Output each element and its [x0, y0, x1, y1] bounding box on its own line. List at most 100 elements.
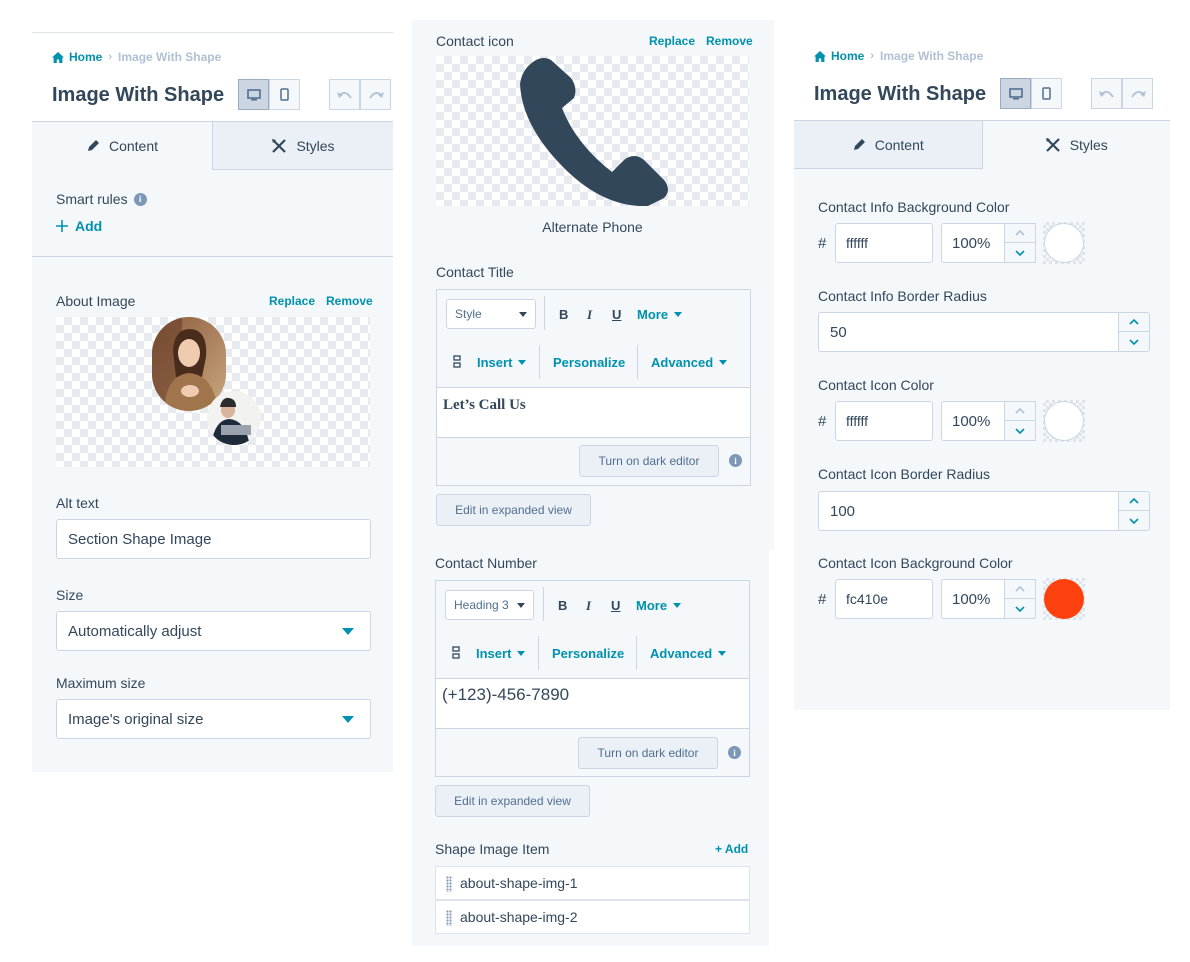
- info-bg-hex-input[interactable]: ffffff: [835, 223, 933, 263]
- size-select[interactable]: Automatically adjust: [56, 611, 371, 651]
- personalize-button[interactable]: Personalize: [553, 355, 625, 370]
- expanded-view-button[interactable]: Edit in expanded view: [435, 785, 590, 817]
- info-radius-stepper[interactable]: [1118, 312, 1150, 352]
- contact-icon-remove-link[interactable]: Remove: [706, 34, 753, 48]
- italic-button[interactable]: I: [587, 307, 592, 323]
- chevron-up-icon[interactable]: [1119, 313, 1149, 332]
- more-menu[interactable]: More: [636, 598, 682, 613]
- icon-radius-value: 100: [830, 502, 856, 520]
- advanced-label: Advanced: [650, 646, 713, 661]
- icon-radius-input[interactable]: 100: [818, 491, 1120, 531]
- list-item[interactable]: about-shape-img-2: [435, 900, 750, 934]
- info-icon[interactable]: i: [728, 746, 741, 759]
- size-label: Size: [56, 587, 84, 603]
- about-image-replace-link[interactable]: Replace: [269, 294, 315, 308]
- expanded-view-button[interactable]: Edit in expanded view: [436, 494, 591, 526]
- chevron-down-icon[interactable]: [1005, 599, 1035, 618]
- chevron-down-icon[interactable]: [1119, 332, 1149, 351]
- drag-handle-icon[interactable]: [446, 910, 452, 926]
- chevron-down-icon: [673, 603, 682, 608]
- contact-number-content[interactable]: (+123)-456-7890: [436, 678, 749, 729]
- chevron-up-icon[interactable]: [1005, 402, 1035, 421]
- alt-text-input[interactable]: Section Shape Image: [56, 519, 371, 559]
- info-radius-input[interactable]: 50: [818, 312, 1120, 352]
- chevron-right-icon: ›: [108, 51, 113, 63]
- bold-button[interactable]: B: [558, 598, 567, 613]
- dark-editor-button[interactable]: Turn on dark editor: [578, 737, 718, 769]
- contact-title-content[interactable]: Let’s Call Us: [437, 387, 750, 438]
- tab-styles[interactable]: Styles: [212, 122, 393, 170]
- contact-number-editor: Heading 3 B I U More Insert Personalize …: [435, 580, 750, 777]
- undo-button[interactable]: [1091, 78, 1122, 109]
- contact-icon-label: Contact icon: [436, 33, 514, 49]
- contact-title-editor: Style B I U More Insert Personalize Adva…: [436, 289, 751, 486]
- tab-styles[interactable]: Styles: [982, 121, 1170, 169]
- chevron-down-icon: [518, 360, 527, 365]
- breadcrumb-home[interactable]: Home: [52, 50, 102, 64]
- underline-button[interactable]: U: [611, 598, 620, 613]
- bold-button[interactable]: B: [559, 307, 568, 322]
- style-select[interactable]: Style: [446, 299, 536, 329]
- insert-menu[interactable]: Insert: [477, 355, 527, 370]
- tab-content[interactable]: Content: [32, 122, 212, 170]
- max-size-label: Maximum size: [56, 675, 146, 691]
- personalize-button[interactable]: Personalize: [552, 646, 624, 661]
- drag-handle-icon[interactable]: [446, 876, 452, 892]
- advanced-menu[interactable]: Advanced: [651, 355, 728, 370]
- icon-bg-color-swatch[interactable]: [1044, 579, 1084, 619]
- info-bg-color-swatch[interactable]: [1044, 223, 1084, 263]
- redo-button[interactable]: [1122, 78, 1153, 109]
- underline-button[interactable]: U: [612, 307, 621, 322]
- chevron-down-icon[interactable]: [1005, 243, 1035, 262]
- info-icon[interactable]: i: [133, 192, 147, 206]
- phone-icon: [520, 58, 668, 206]
- icon-color-opacity-stepper[interactable]: [1004, 401, 1036, 441]
- chevron-up-icon[interactable]: [1119, 492, 1149, 511]
- chevron-down-icon: [517, 651, 526, 656]
- breadcrumb-current: Image With Shape: [880, 49, 984, 63]
- info-bg-opacity-stepper[interactable]: [1004, 223, 1036, 263]
- redo-icon: [1130, 90, 1146, 98]
- redo-button[interactable]: [360, 79, 391, 110]
- insert-menu[interactable]: Insert: [476, 646, 526, 661]
- dark-editor-button[interactable]: Turn on dark editor: [579, 445, 719, 477]
- style-select[interactable]: Heading 3: [445, 590, 534, 620]
- contact-icon-replace-link[interactable]: Replace: [649, 34, 695, 48]
- max-size-select[interactable]: Image's original size: [56, 699, 371, 739]
- smart-rules-add-link[interactable]: Add: [56, 218, 102, 234]
- desktop-view-button[interactable]: [1000, 78, 1031, 109]
- icon-color-swatch[interactable]: [1044, 401, 1084, 441]
- chevron-up-icon[interactable]: [1005, 224, 1035, 243]
- desktop-view-button[interactable]: [238, 79, 269, 110]
- toolbar-divider: [539, 345, 540, 379]
- chevron-down-icon[interactable]: [1119, 511, 1149, 530]
- chevron-up-icon[interactable]: [1005, 580, 1035, 599]
- breadcrumb-home[interactable]: Home: [814, 49, 864, 63]
- icon-bg-hex-input[interactable]: fc410e: [835, 579, 933, 619]
- undo-button[interactable]: [329, 79, 360, 110]
- about-image-preview[interactable]: [56, 317, 370, 467]
- contact-icon-caption: Alternate Phone: [542, 219, 643, 235]
- contact-icon-preview[interactable]: [436, 56, 749, 206]
- list-item[interactable]: about-shape-img-1: [435, 866, 750, 900]
- icon-bg-opacity-stepper[interactable]: [1004, 579, 1036, 619]
- italic-button[interactable]: I: [586, 598, 591, 614]
- about-image-remove-link[interactable]: Remove: [326, 294, 373, 308]
- tab-content[interactable]: Content: [794, 121, 983, 169]
- mobile-view-button[interactable]: [1031, 78, 1062, 109]
- icon-radius-stepper[interactable]: [1118, 491, 1150, 531]
- toolbar-divider: [636, 636, 637, 670]
- chevron-down-icon[interactable]: [1005, 421, 1035, 440]
- chevron-down-icon: [674, 312, 683, 317]
- shape-image-add-link[interactable]: + Add: [715, 842, 748, 856]
- shape-image-item-label: Shape Image Item: [435, 841, 550, 857]
- alt-text-value: Section Shape Image: [68, 530, 212, 548]
- more-menu[interactable]: More: [637, 307, 683, 322]
- advanced-menu[interactable]: Advanced: [650, 646, 727, 661]
- icon-color-hex-input[interactable]: ffffff: [835, 401, 933, 441]
- info-icon[interactable]: i: [729, 454, 742, 467]
- icon-bg-opacity-value: 100%: [952, 590, 991, 608]
- mobile-view-button[interactable]: [269, 79, 300, 110]
- more-label: More: [637, 307, 669, 322]
- style-select-value: Heading 3: [454, 598, 509, 612]
